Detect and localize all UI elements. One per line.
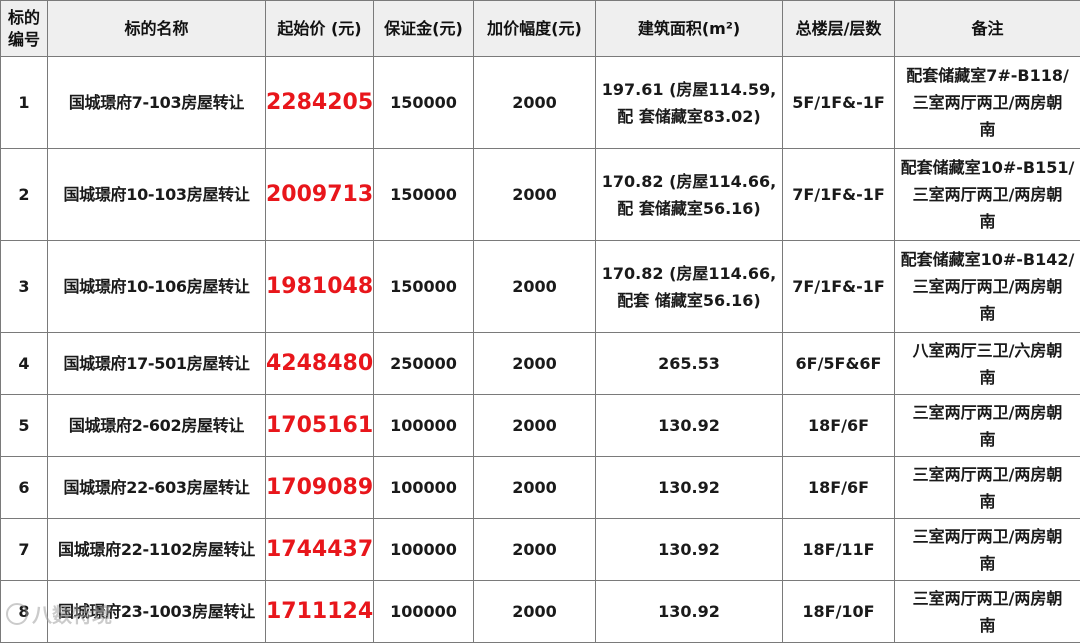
watermark-logo-icon — [6, 603, 28, 625]
cell-floors: 5F/1F&-1F — [783, 57, 895, 149]
table-body: 1国城璟府7-103房屋转让22842051500002000197.61 (房… — [1, 57, 1080, 643]
cell-floors: 18F/6F — [783, 457, 895, 519]
cell-price: 4248480 — [266, 333, 374, 395]
cell-deposit: 100000 — [374, 457, 474, 519]
cell-deposit: 100000 — [374, 581, 474, 643]
cell-remark: 三室两厅两卫/两房朝 南 — [895, 519, 1080, 581]
table-row: 7国城璟府22-1102房屋转让17444371000002000130.921… — [1, 519, 1080, 581]
cell-no: 4 — [1, 333, 48, 395]
cell-area: 197.61 (房屋114.59, 配 套储藏室83.02) — [596, 57, 783, 149]
cell-floors: 18F/11F — [783, 519, 895, 581]
cell-no: 5 — [1, 395, 48, 457]
cell-price: 2009713 — [266, 149, 374, 241]
cell-deposit: 100000 — [374, 519, 474, 581]
watermark: 八数特境 — [6, 599, 112, 628]
cell-no: 3 — [1, 241, 48, 333]
cell-remark: 配套储藏室7#-B118/ 三室两厅两卫/两房朝 南 — [895, 57, 1080, 149]
cell-name: 国城璟府10-103房屋转让 — [48, 149, 266, 241]
cell-increment: 2000 — [474, 57, 596, 149]
cell-floors: 18F/6F — [783, 395, 895, 457]
cell-no: 1 — [1, 57, 48, 149]
cell-floors: 7F/1F&-1F — [783, 241, 895, 333]
header-cell: 备注 — [895, 1, 1080, 57]
table-row: 5国城璟府2-602房屋转让17051611000002000130.9218F… — [1, 395, 1080, 457]
cell-deposit: 150000 — [374, 57, 474, 149]
cell-area: 170.82 (房屋114.66, 配套 储藏室56.16) — [596, 241, 783, 333]
cell-increment: 2000 — [474, 457, 596, 519]
cell-increment: 2000 — [474, 519, 596, 581]
cell-remark: 八室两厅三卫/六房朝 南 — [895, 333, 1080, 395]
cell-name: 国城璟府2-602房屋转让 — [48, 395, 266, 457]
cell-price: 2284205 — [266, 57, 374, 149]
table-row: 6国城璟府22-603房屋转让17090891000002000130.9218… — [1, 457, 1080, 519]
cell-area: 130.92 — [596, 395, 783, 457]
cell-remark: 三室两厅两卫/两房朝 南 — [895, 395, 1080, 457]
cell-name: 国城璟府22-603房屋转让 — [48, 457, 266, 519]
header-row: 标的 编号 标的名称 起始价 (元) 保证金(元) 加价幅度(元) 建筑面积(m… — [1, 1, 1080, 57]
cell-area: 130.92 — [596, 519, 783, 581]
cell-area: 265.53 — [596, 333, 783, 395]
cell-name: 国城璟府10-106房屋转让 — [48, 241, 266, 333]
cell-remark: 配套储藏室10#-B151/ 三室两厅两卫/两房朝 南 — [895, 149, 1080, 241]
cell-area: 130.92 — [596, 581, 783, 643]
cell-no: 2 — [1, 149, 48, 241]
cell-price: 1709089 — [266, 457, 374, 519]
cell-floors: 18F/10F — [783, 581, 895, 643]
cell-increment: 2000 — [474, 581, 596, 643]
cell-increment: 2000 — [474, 395, 596, 457]
cell-area: 170.82 (房屋114.66, 配 套储藏室56.16) — [596, 149, 783, 241]
cell-price: 1711124 — [266, 581, 374, 643]
cell-area: 130.92 — [596, 457, 783, 519]
header-cell: 加价幅度(元) — [474, 1, 596, 57]
header-cell: 标的 编号 — [1, 1, 48, 57]
header-cell: 总楼层/层数 — [783, 1, 895, 57]
table-row: 3国城璟府10-106房屋转让19810481500002000170.82 (… — [1, 241, 1080, 333]
watermark-text: 八数特境 — [32, 599, 112, 628]
cell-floors: 6F/5F&6F — [783, 333, 895, 395]
cell-price: 1744437 — [266, 519, 374, 581]
cell-price: 1705161 — [266, 395, 374, 457]
auction-table: 标的 编号 标的名称 起始价 (元) 保证金(元) 加价幅度(元) 建筑面积(m… — [0, 0, 1080, 643]
table-row: 8国城璟府23-1003房屋转让17111241000002000130.921… — [1, 581, 1080, 643]
cell-deposit: 150000 — [374, 241, 474, 333]
cell-increment: 2000 — [474, 149, 596, 241]
cell-price: 1981048 — [266, 241, 374, 333]
cell-increment: 2000 — [474, 333, 596, 395]
cell-deposit: 100000 — [374, 395, 474, 457]
cell-remark: 三室两厅两卫/两房朝 南 — [895, 581, 1080, 643]
table-row: 4国城璟府17-501房屋转让42484802500002000265.536F… — [1, 333, 1080, 395]
cell-remark: 三室两厅两卫/两房朝 南 — [895, 457, 1080, 519]
cell-no: 6 — [1, 457, 48, 519]
cell-remark: 配套储藏室10#-B142/ 三室两厅两卫/两房朝 南 — [895, 241, 1080, 333]
cell-deposit: 150000 — [374, 149, 474, 241]
table-row: 1国城璟府7-103房屋转让22842051500002000197.61 (房… — [1, 57, 1080, 149]
cell-name: 国城璟府17-501房屋转让 — [48, 333, 266, 395]
cell-increment: 2000 — [474, 241, 596, 333]
cell-floors: 7F/1F&-1F — [783, 149, 895, 241]
cell-name: 国城璟府22-1102房屋转让 — [48, 519, 266, 581]
cell-deposit: 250000 — [374, 333, 474, 395]
header-cell: 保证金(元) — [374, 1, 474, 57]
table-row: 2国城璟府10-103房屋转让20097131500002000170.82 (… — [1, 149, 1080, 241]
header-cell: 建筑面积(m²) — [596, 1, 783, 57]
cell-no: 7 — [1, 519, 48, 581]
cell-name: 国城璟府7-103房屋转让 — [48, 57, 266, 149]
header-cell: 起始价 (元) — [266, 1, 374, 57]
header-cell: 标的名称 — [48, 1, 266, 57]
